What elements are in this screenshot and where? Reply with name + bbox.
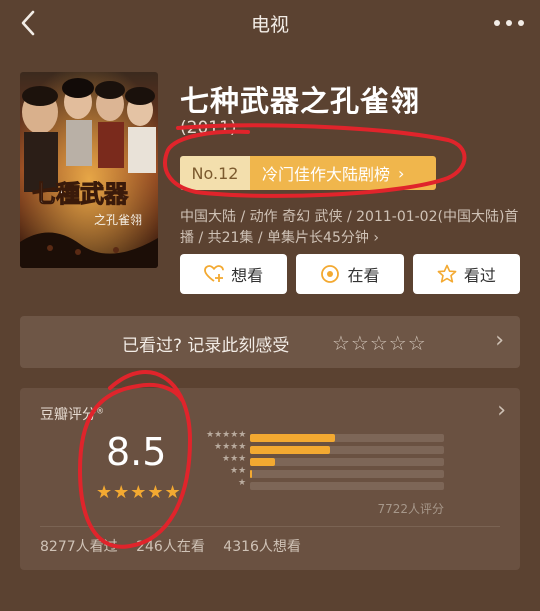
want-count: 4316人想看 xyxy=(223,539,301,555)
distribution-track xyxy=(250,434,444,442)
rating-stars: ★★★★★ xyxy=(96,482,182,503)
watching-count: 246人在看 xyxy=(136,539,205,555)
rating-distribution: ★★★★★ ★★★★ ★★★ ★★ ★ xyxy=(206,430,446,492)
top-nav-bar: 电视 xyxy=(0,0,540,50)
distribution-stars: ★★★ xyxy=(222,454,247,464)
rate-prompt-bar[interactable]: 已看过? 记录此刻感受 ☆☆☆☆☆ › xyxy=(20,316,520,368)
show-title: 七种武器之孔雀翎 xyxy=(180,84,421,118)
divider xyxy=(40,526,500,527)
distribution-bar xyxy=(250,446,330,454)
distribution-bar xyxy=(250,458,276,466)
nav-title: 电视 xyxy=(250,14,289,36)
distribution-stars: ★ xyxy=(238,478,247,488)
poster-image[interactable]: 七種武器 之孔雀翎 xyxy=(20,72,158,268)
svg-text:之孔雀翎: 之孔雀翎 xyxy=(94,213,142,227)
distribution-track xyxy=(250,446,444,454)
chevron-right-icon: › xyxy=(398,163,405,183)
distribution-bar xyxy=(250,434,336,442)
distribution-row: ★ xyxy=(206,478,446,492)
star-outline-icon xyxy=(437,264,457,283)
ranking-number: No.12 xyxy=(180,156,250,190)
distribution-stars: ★★★★★ xyxy=(206,430,247,440)
rating-label: 豆瓣评分® xyxy=(40,406,104,423)
action-buttons: 想看 在看 看过 xyxy=(180,254,520,294)
rating-score: 8.5 xyxy=(106,430,167,474)
watching-button[interactable]: 在看 xyxy=(296,254,404,294)
heart-plus-icon xyxy=(204,265,225,282)
ranking-badge[interactable]: No.12 冷门佳作大陆剧榜 › xyxy=(180,156,436,190)
distribution-stars: ★★ xyxy=(230,466,247,476)
rater-count: 7722人评分 xyxy=(377,502,444,516)
douban-rating-card[interactable]: 豆瓣评分® › 8.5 ★★★★★ ★★★★★ ★★★★ ★★★ ★★ ★ 7722人评… xyxy=(20,388,520,570)
distribution-stars: ★★★★ xyxy=(214,442,247,452)
distribution-track xyxy=(250,458,444,466)
want-to-watch-label: 想看 xyxy=(231,266,264,285)
distribution-track xyxy=(250,470,444,478)
watched-label: 看过 xyxy=(463,266,496,285)
distribution-bar xyxy=(250,470,252,478)
show-meta-info[interactable]: 中国大陆 / 动作 奇幻 武侠 / 2011-01-02(中国大陆)首播 / 共… xyxy=(180,207,520,249)
watching-label: 在看 xyxy=(347,266,380,285)
watched-button[interactable]: 看过 xyxy=(412,254,520,294)
watched-count: 8277人看过 xyxy=(40,539,118,555)
want-to-watch-button[interactable]: 想看 xyxy=(180,254,288,294)
ranking-list-name: 冷门佳作大陆剧榜 xyxy=(262,165,391,184)
rate-prompt-text: 已看过? 记录此刻感受 xyxy=(122,336,290,356)
more-options-icon[interactable] xyxy=(492,12,526,34)
watch-stats: 8277人看过 246人在看 4316人想看 xyxy=(40,536,315,556)
distribution-track xyxy=(250,482,444,490)
svg-text:七種武器: 七種武器 xyxy=(32,179,129,208)
release-year: (2011) xyxy=(180,118,237,138)
rating-label-text: 豆瓣评分 xyxy=(40,407,96,423)
chevron-right-icon: › xyxy=(497,398,506,423)
chevron-right-icon: › xyxy=(495,328,504,353)
eye-circle-icon xyxy=(321,265,340,283)
ranking-list-wrap: 冷门佳作大陆剧榜 › xyxy=(250,156,436,190)
empty-star-rating[interactable]: ☆☆☆☆☆ xyxy=(332,331,427,355)
